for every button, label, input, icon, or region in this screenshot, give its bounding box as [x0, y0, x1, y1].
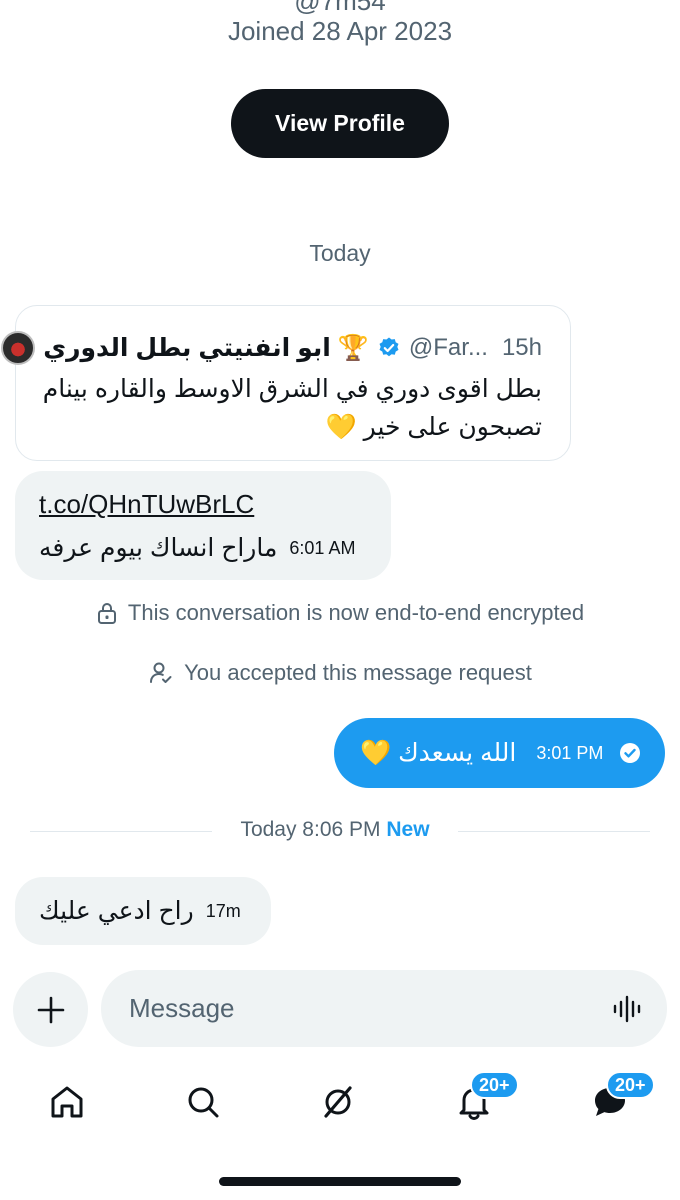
message-text: الله يسعدك 💛 — [360, 739, 517, 767]
nav-notifications[interactable]: 20+ — [452, 1071, 519, 1124]
person-check-icon — [150, 662, 172, 683]
notifications-badge: 20+ — [470, 1071, 519, 1099]
plus-icon — [37, 996, 64, 1023]
quoted-post-header: ابو انفنيتي بطل الدوري 🏆 @Far... 15h — [1, 328, 542, 368]
divider-line — [458, 831, 650, 832]
incoming-message-bubble[interactable]: t.co/QHnTUwBrLC ماراح انساك بيوم عرفه 6:… — [15, 471, 391, 580]
messages-badge: 20+ — [606, 1071, 655, 1099]
message-timestamp: 3:01 PM — [536, 742, 604, 763]
message-text: راح ادعي عليك — [39, 897, 194, 925]
read-check-icon — [620, 743, 641, 763]
quoted-post-time: 15h — [501, 334, 542, 361]
request-accepted-notice: You accepted this message request — [0, 660, 680, 686]
incoming-message-bubble[interactable]: راح ادعي عليك 17m — [15, 877, 271, 945]
encryption-notice-text: This conversation is now end-to-end encr… — [127, 600, 585, 625]
home-icon — [51, 1086, 83, 1118]
grok-icon — [324, 1086, 352, 1118]
new-messages-divider: Today 8:06 PM New — [212, 818, 458, 842]
search-icon — [188, 1087, 219, 1118]
lock-icon — [97, 603, 116, 624]
new-label: New — [386, 818, 430, 841]
divider-time: Today 8:06 PM — [240, 818, 381, 841]
nav-explore[interactable] — [181, 1080, 225, 1124]
home-indicator — [219, 1177, 461, 1186]
joined-date: Joined 28 Apr 2023 — [227, 16, 453, 46]
request-accepted-text: You accepted this message request — [184, 660, 532, 685]
message-text: ماراح انساك بيوم عرفه — [39, 534, 278, 562]
quoted-post-card[interactable]: ابو انفنيتي بطل الدوري 🏆 @Far... 15h بطل… — [1, 305, 571, 461]
quoted-post-author-name: ابو انفنيتي بطل الدوري 🏆 — [43, 334, 369, 362]
message-timestamp: 17m — [205, 900, 241, 921]
quoted-post-handle: @Far... — [408, 334, 488, 361]
verified-badge-icon — [379, 337, 399, 357]
avatar[interactable] — [1, 331, 36, 365]
nav-messages[interactable]: 20+ — [588, 1071, 655, 1124]
encryption-notice: This conversation is now end-to-end encr… — [0, 600, 680, 626]
message-link[interactable]: t.co/QHnTUwBrLC — [39, 489, 254, 520]
date-separator: Today — [309, 240, 371, 266]
nav-grok[interactable] — [316, 1080, 360, 1124]
outgoing-message-bubble[interactable]: الله يسعدك 💛 3:01 PM — [334, 718, 665, 788]
quoted-post-text: بطل اقوى دوري في الشرق الاوسط والقاره بي… — [42, 375, 542, 441]
view-profile-button[interactable]: View Profile — [231, 89, 449, 158]
nav-home[interactable] — [45, 1080, 89, 1124]
profile-handle: @7m54 — [294, 0, 386, 16]
message-timestamp: 6:01 AM — [289, 537, 356, 558]
divider-line — [30, 831, 212, 832]
voice-message-icon[interactable] — [611, 993, 643, 1025]
add-media-button[interactable] — [13, 972, 88, 1047]
message-composer[interactable] — [101, 970, 667, 1047]
message-input[interactable] — [129, 993, 549, 1024]
